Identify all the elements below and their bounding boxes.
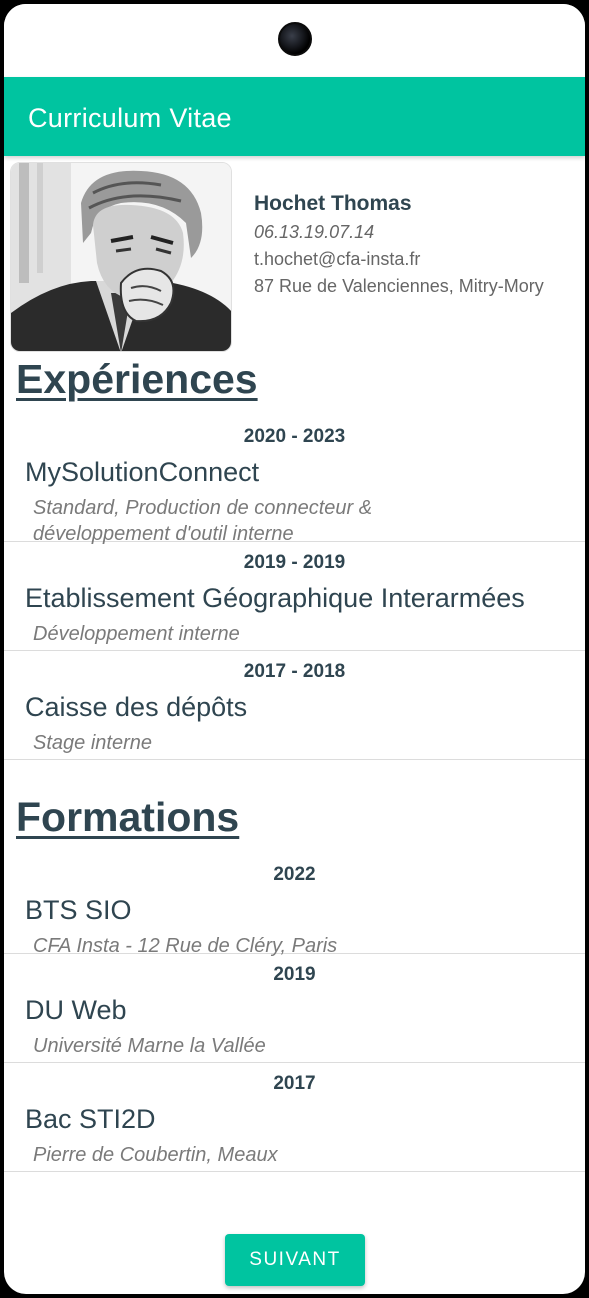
camera-icon xyxy=(278,22,312,56)
formation-item[interactable]: 2022 BTS SIO CFA Insta - 12 Rue de Cléry… xyxy=(4,854,585,957)
profile-name: Hochet Thomas xyxy=(254,192,412,215)
formation-title: DU Web xyxy=(25,995,127,1025)
experience-years: 2017 - 2018 xyxy=(243,661,346,682)
formation-year: 2022 xyxy=(273,864,316,885)
formation-item[interactable]: 2017 Bac STI2D Pierre de Coubertin, Meau… xyxy=(4,1063,585,1172)
experience-company: Caisse des dépôts xyxy=(25,692,248,722)
next-button[interactable]: SUIVANT xyxy=(225,1234,365,1286)
formation-description: Pierre de Coubertin, Meaux xyxy=(33,1144,278,1166)
experience-company: MySolutionConnect xyxy=(25,457,260,487)
experience-years: 2020 - 2023 xyxy=(243,426,346,447)
formation-description: Université Marne la Vallée xyxy=(33,1035,266,1057)
formation-title: BTS SIO xyxy=(25,895,132,925)
experiences-heading: Expériences xyxy=(16,356,258,402)
formation-year: 2017 xyxy=(273,1073,316,1094)
app-bar: Curriculum Vitae xyxy=(4,77,585,156)
experience-company: Etablissement Géographique Interarmées xyxy=(25,583,525,613)
status-bar xyxy=(4,4,585,77)
experience-years: 2019 - 2019 xyxy=(243,552,346,573)
formation-year: 2019 xyxy=(273,964,316,985)
experience-item[interactable]: 2017 - 2018 Caisse des dépôts Stage inte… xyxy=(4,651,585,760)
formation-item[interactable]: 2019 DU Web Université Marne la Vallée xyxy=(4,954,585,1063)
profile-header: Hochet Thomas 06.13.19.07.14 t.hochet@cf… xyxy=(4,156,585,356)
formations-heading: Formations xyxy=(16,794,240,840)
experience-description: Stage interne xyxy=(33,732,152,754)
app-title: Curriculum Vitae xyxy=(28,103,232,133)
experience-description: Développement interne xyxy=(33,623,240,645)
phone-screen: Curriculum Vitae Hochet Thomas 06.13.19.… xyxy=(4,4,585,1294)
experience-item[interactable]: 2020 - 2023 MySolutionConnect Standard, … xyxy=(4,416,585,545)
profile-address: 87 Rue de Valenciennes, Mitry-Mory xyxy=(254,276,544,296)
formation-title: Bac STI2D xyxy=(25,1104,156,1134)
experience-item[interactable]: 2019 - 2019 Etablissement Géographique I… xyxy=(4,542,585,651)
experience-description: Standard, Production de connecteur & dév… xyxy=(33,497,373,545)
profile-phone: 06.13.19.07.14 xyxy=(254,222,375,242)
profile-info: Hochet Thomas 06.13.19.07.14 t.hochet@cf… xyxy=(254,192,544,297)
profile-photo xyxy=(10,162,232,352)
profile-email: t.hochet@cfa-insta.fr xyxy=(254,249,421,269)
